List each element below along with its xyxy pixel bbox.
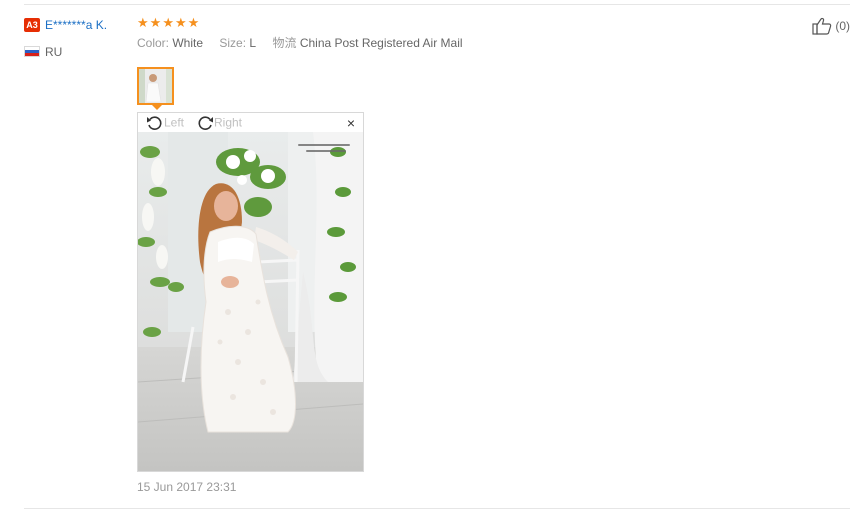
attr-shipping-value: China Post Registered Air Mail	[299, 36, 463, 50]
attr-shipping-key: 物流	[272, 36, 297, 50]
thumbnail-image	[139, 69, 172, 103]
star-rating: ★★★★★	[137, 15, 797, 31]
rotate-left-icon	[147, 116, 162, 130]
reviewer-info: A3 E*******a K. RU	[24, 16, 134, 59]
star-icon: ★	[149, 15, 163, 30]
bottom-divider	[24, 508, 850, 509]
helpful-count: (0)	[835, 19, 850, 33]
review-photo-image	[138, 132, 363, 471]
star-icon: ★	[187, 15, 201, 30]
attr-size-key: Size:	[219, 36, 247, 50]
country-code: RU	[45, 44, 63, 59]
rotate-left-label: Left	[164, 115, 185, 130]
review-photo	[138, 132, 363, 471]
thumbnail-pointer	[151, 104, 163, 110]
rotate-left-button[interactable]: Left	[146, 113, 184, 132]
review-body: ★★★★★ Color: White Size: L 物流 China Post…	[137, 15, 797, 51]
rotate-right-icon	[198, 116, 213, 130]
star-icon: ★	[137, 15, 150, 30]
helpful-button[interactable]: (0)	[812, 17, 850, 35]
attr-size-value: L	[249, 36, 257, 50]
order-attributes: Color: White Size: L 物流 China Post Regis…	[137, 36, 797, 51]
review-photo-thumbnail[interactable]	[137, 67, 174, 105]
attr-color-value: White	[172, 36, 204, 50]
reviewer-country: RU	[24, 43, 134, 59]
viewer-toolbar: Left Right ×	[138, 113, 363, 132]
review-date: 15 Jun 2017 23:31	[137, 480, 237, 494]
russia-flag-icon	[24, 46, 40, 58]
rotate-right-button[interactable]: Right	[196, 113, 242, 132]
star-icon: ★	[174, 15, 188, 30]
thumbs-up-icon	[812, 17, 832, 35]
close-icon[interactable]: ×	[347, 114, 355, 132]
photo-viewer: Left Right ×	[137, 112, 364, 472]
attr-color-key: Color:	[137, 36, 170, 50]
star-icon: ★	[162, 15, 175, 30]
buyer-level-badge: A3	[24, 17, 40, 32]
reviewer-name[interactable]: E*******a K.	[45, 18, 107, 32]
top-divider	[24, 4, 850, 5]
rotate-right-label: Right	[214, 115, 243, 130]
